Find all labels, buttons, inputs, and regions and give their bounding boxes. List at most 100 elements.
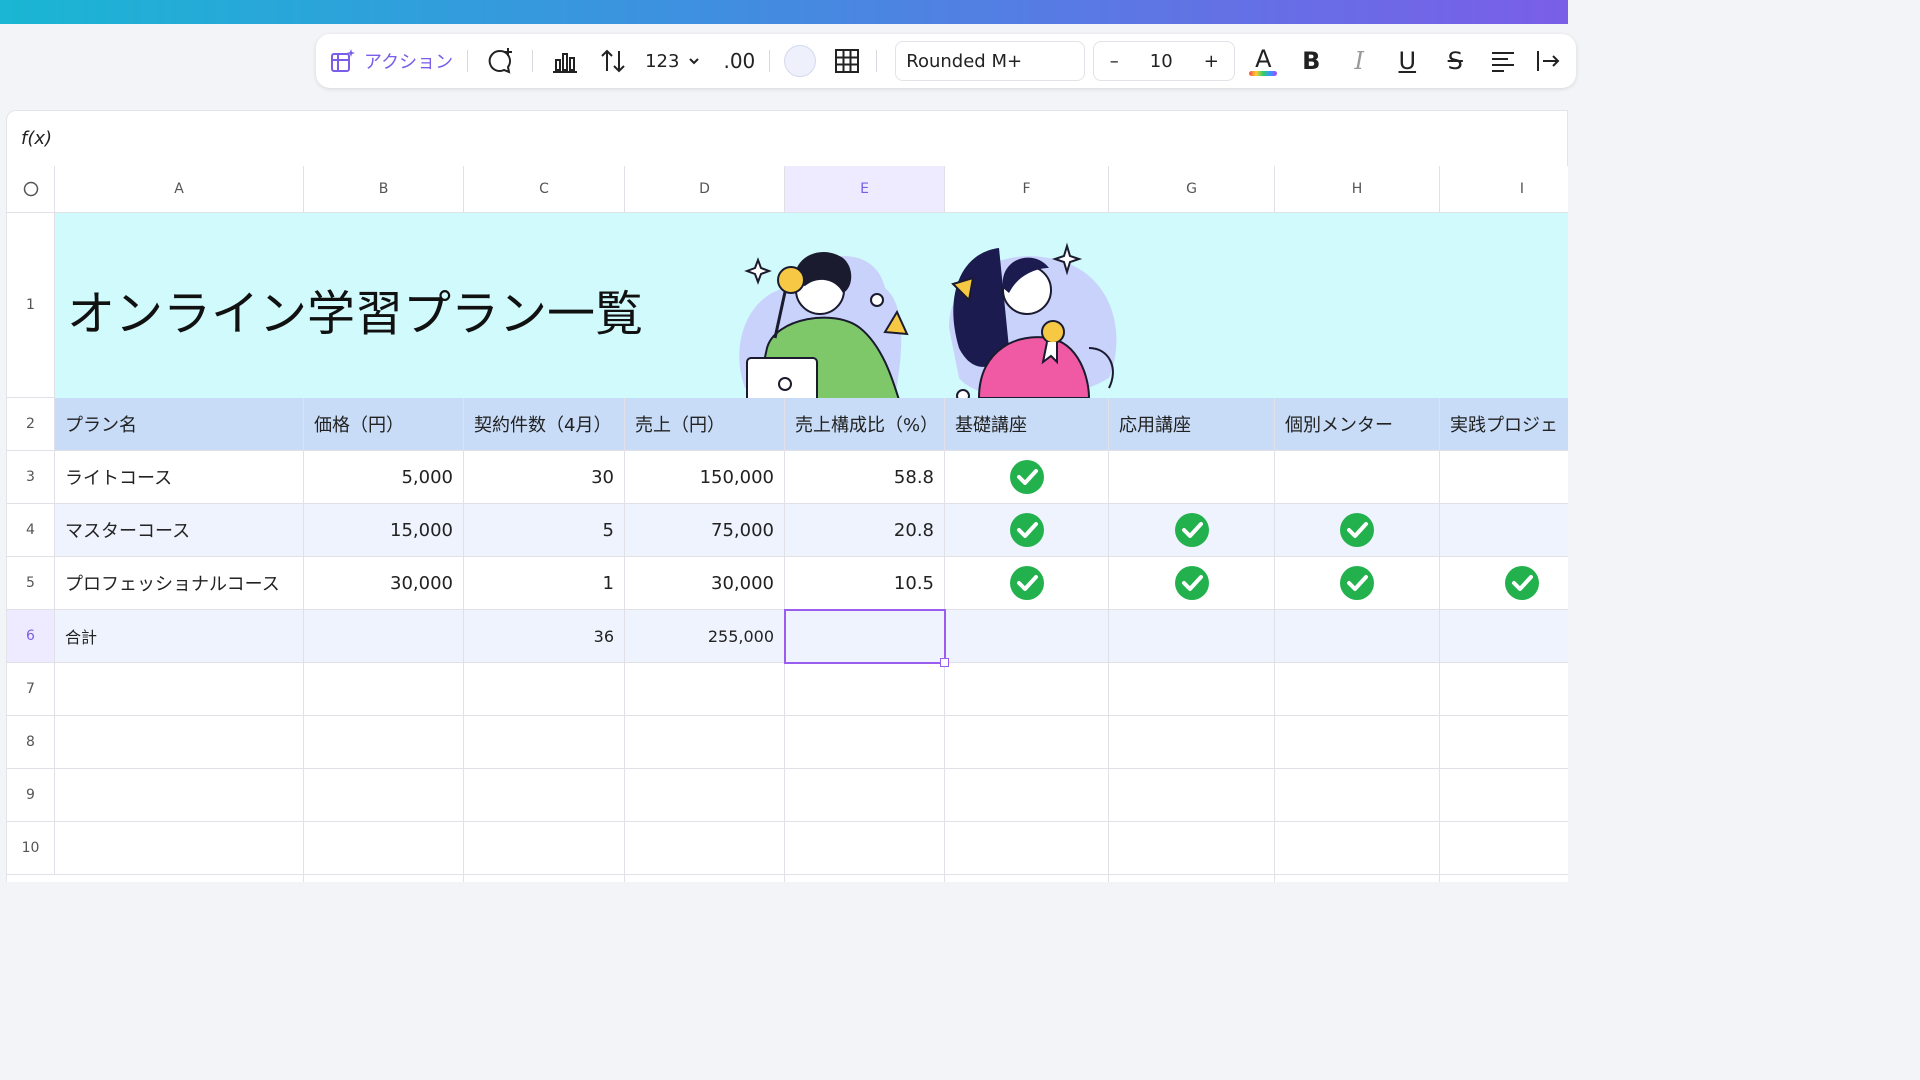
header-cell-mentor[interactable]: 個別メンター <box>1275 398 1440 451</box>
row-header-10[interactable]: 10 <box>7 822 55 875</box>
cell-total-advanced[interactable] <box>1109 610 1275 663</box>
column-header-i[interactable]: I <box>1440 166 1568 213</box>
cell-mentor[interactable] <box>1275 557 1440 610</box>
bold-button[interactable]: B <box>1295 43 1327 79</box>
cell-plan-name[interactable]: ライトコース <box>55 451 304 504</box>
strikethrough-button[interactable]: S <box>1439 43 1471 79</box>
header-cell-project[interactable]: 実践プロジェ <box>1440 398 1568 451</box>
cell-contracts[interactable]: 1 <box>464 557 625 610</box>
header-cell-contracts[interactable]: 契約件数（4月） <box>464 398 625 451</box>
bar-chart-icon <box>553 53 578 73</box>
cell-project[interactable] <box>1440 451 1568 504</box>
header-cell-plan-name[interactable]: プラン名 <box>55 398 304 451</box>
indent-button[interactable] <box>1533 43 1563 79</box>
row-header-8[interactable]: 8 <box>7 716 55 769</box>
column-header-h[interactable]: H <box>1275 166 1440 213</box>
italic-button[interactable]: I <box>1343 43 1375 79</box>
cell-sales[interactable]: 150,000 <box>625 451 785 504</box>
cell-total-mentor[interactable] <box>1275 610 1440 663</box>
column-header-f[interactable]: F <box>945 166 1109 213</box>
chart-button[interactable] <box>547 43 583 79</box>
cell-advanced-course[interactable] <box>1109 557 1275 610</box>
sheet-title: オンライン学習プラン一覧 <box>67 286 644 342</box>
border-button[interactable] <box>832 43 862 79</box>
column-header-e[interactable]: E <box>785 166 945 213</box>
row-header-9[interactable]: 9 <box>7 769 55 822</box>
comment-add-button[interactable] <box>482 43 518 79</box>
font-size-stepper: – 10 + <box>1093 41 1236 81</box>
empty-grid-area[interactable] <box>55 663 1568 882</box>
decimal-button[interactable]: .00 <box>723 43 755 79</box>
cell-total-price[interactable] <box>304 610 464 663</box>
font-size-value[interactable]: 10 <box>1150 51 1173 72</box>
column-header-a[interactable]: A <box>55 166 304 213</box>
formula-bar[interactable]: f(x) <box>6 110 1568 166</box>
column-header-c[interactable]: C <box>464 166 625 213</box>
cell-sales[interactable]: 75,000 <box>625 504 785 557</box>
row-header-3[interactable]: 3 <box>7 451 55 504</box>
font-size-increase-button[interactable]: + <box>1204 51 1219 72</box>
cell-sales-ratio[interactable]: 10.5 <box>785 557 945 610</box>
font-family-label: Rounded M+ <box>906 50 1023 72</box>
row-header-1[interactable]: 1 <box>7 213 55 398</box>
cell-advanced-course[interactable] <box>1109 451 1275 504</box>
align-button[interactable] <box>1487 43 1519 79</box>
sort-arrows-icon <box>601 49 625 73</box>
row-header-5[interactable]: 5 <box>7 557 55 610</box>
row-header-6[interactable]: 6 <box>7 610 55 663</box>
column-header-d[interactable]: D <box>625 166 785 213</box>
text-color-button[interactable]: A <box>1247 43 1279 79</box>
cell-mentor[interactable] <box>1275 504 1440 557</box>
cell-basic-course[interactable] <box>945 504 1109 557</box>
cell-contracts[interactable]: 5 <box>464 504 625 557</box>
row-header-7[interactable]: 7 <box>7 663 55 716</box>
underline-button[interactable]: U <box>1391 43 1423 79</box>
align-left-icon <box>1492 52 1515 72</box>
cell-price[interactable]: 15,000 <box>304 504 464 557</box>
cell-advanced-course[interactable] <box>1109 504 1275 557</box>
selected-cell-e6[interactable] <box>784 609 946 664</box>
fill-handle[interactable] <box>940 658 949 667</box>
font-size-decrease-button[interactable]: – <box>1110 51 1119 72</box>
text-color-icon: A <box>1255 44 1272 73</box>
toolbar-divider <box>467 50 469 72</box>
cell-total-label[interactable]: 合計 <box>55 610 304 663</box>
action-button[interactable]: アクション <box>330 43 453 79</box>
cell-total-basic[interactable] <box>945 610 1109 663</box>
cell-basic-course[interactable] <box>945 451 1109 504</box>
spreadsheet-grid: A B C D E F G H I 1 オンライン学習プラン一覧 2 プラン名 … <box>6 166 1568 882</box>
select-all-corner[interactable] <box>7 166 55 213</box>
cell-project[interactable] <box>1440 557 1568 610</box>
checkmark-icon <box>1009 513 1044 547</box>
header-cell-sales[interactable]: 売上（円） <box>625 398 785 451</box>
table-sparkle-icon <box>331 49 355 72</box>
column-header-g[interactable]: G <box>1109 166 1275 213</box>
cell-total-contracts[interactable]: 36 <box>464 610 625 663</box>
number-format-dropdown[interactable]: 123 <box>645 43 701 79</box>
header-cell-advanced-course[interactable]: 応用講座 <box>1109 398 1275 451</box>
cell-price[interactable]: 30,000 <box>304 557 464 610</box>
cell-total-project[interactable] <box>1440 610 1568 663</box>
cell-sales-ratio[interactable]: 58.8 <box>785 451 945 504</box>
cell-contracts[interactable]: 30 <box>464 451 625 504</box>
cell-sales-ratio[interactable]: 20.8 <box>785 504 945 557</box>
indent-arrow-icon <box>1537 51 1560 71</box>
fill-color-button[interactable] <box>784 43 817 79</box>
cell-plan-name[interactable]: マスターコース <box>55 504 304 557</box>
cell-sales[interactable]: 30,000 <box>625 557 785 610</box>
cell-plan-name[interactable]: プロフェッショナルコース <box>55 557 304 610</box>
header-cell-basic-course[interactable]: 基礎講座 <box>945 398 1109 451</box>
row-header-4[interactable]: 4 <box>7 504 55 557</box>
header-cell-sales-ratio[interactable]: 売上構成比（%） <box>785 398 945 451</box>
column-header-b[interactable]: B <box>304 166 464 213</box>
font-family-select[interactable]: Rounded M+ <box>895 41 1086 81</box>
cell-mentor[interactable] <box>1275 451 1440 504</box>
sort-button[interactable] <box>595 43 631 79</box>
cell-basic-course[interactable] <box>945 557 1109 610</box>
header-cell-price[interactable]: 価格（円） <box>304 398 464 451</box>
grid-border-icon <box>835 49 860 73</box>
cell-project[interactable] <box>1440 504 1568 557</box>
cell-price[interactable]: 5,000 <box>304 451 464 504</box>
cell-total-sales[interactable]: 255,000 <box>625 610 785 663</box>
row-header-2[interactable]: 2 <box>7 398 55 451</box>
